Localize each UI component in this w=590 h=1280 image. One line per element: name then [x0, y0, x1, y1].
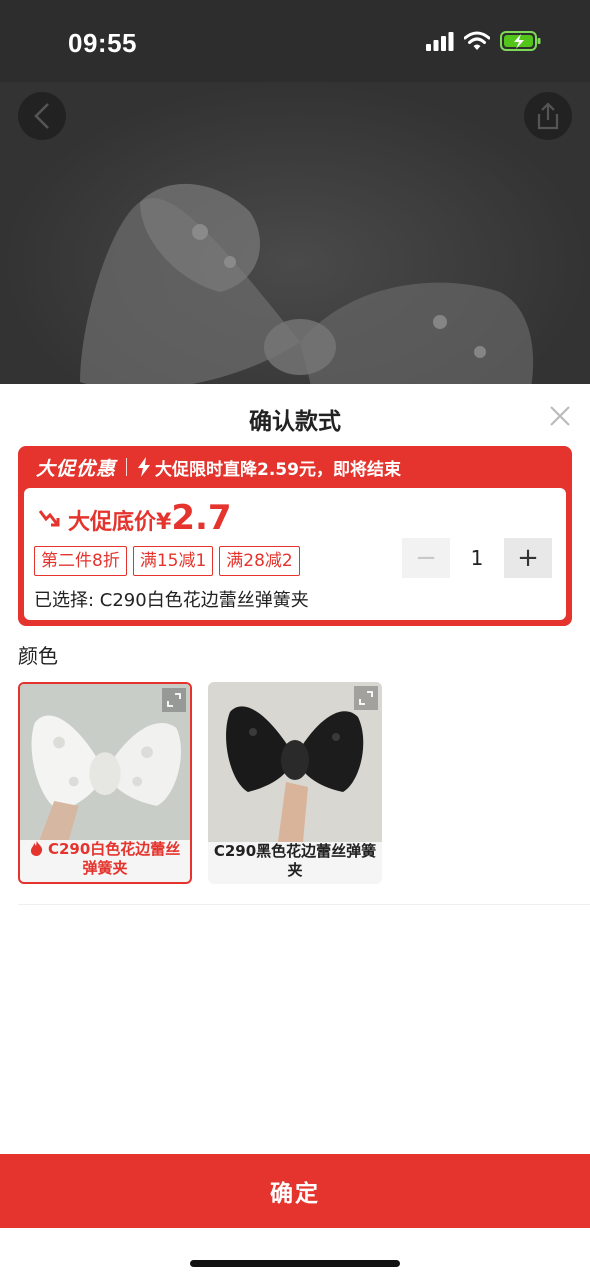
option-label: C290黑色花边蕾丝弹簧夹 — [213, 842, 377, 879]
wifi-icon — [464, 31, 490, 50]
bolt-icon — [138, 457, 151, 477]
product-hero-image — [0, 82, 590, 384]
quantity-value[interactable]: 1 — [450, 546, 504, 570]
price-label: 大促底价 — [68, 510, 157, 535]
color-section-label: 颜色 — [18, 644, 58, 668]
promo-card: 大促优惠 大促限时直降2.59元，即将结束 大促底价 ¥ 2.7 第二件8折 满… — [18, 446, 572, 626]
divider — [18, 904, 590, 905]
home-indicator — [190, 1260, 400, 1267]
back-icon — [34, 103, 49, 129]
expand-button[interactable] — [162, 688, 186, 712]
trend-down-icon — [38, 510, 60, 527]
selected-variant-text: 已选择: C290白色花边蕾丝弹簧夹 — [34, 590, 309, 611]
quantity-stepper: − 1 + — [402, 538, 552, 578]
promo-divider — [126, 458, 128, 476]
color-option-black[interactable]: C290黑色花边蕾丝弹簧夹 — [208, 682, 382, 884]
coupon-tag: 满15减1 — [132, 546, 214, 576]
battery-icon — [500, 31, 541, 51]
expand-icon — [167, 693, 181, 707]
back-button[interactable] — [18, 92, 66, 140]
decrease-button[interactable]: − — [402, 538, 450, 578]
promo-tag: 大促优惠 — [36, 457, 117, 480]
share-icon — [537, 102, 559, 130]
expand-button[interactable] — [354, 686, 378, 710]
confirm-button[interactable]: 确定 — [0, 1154, 590, 1228]
expand-icon — [359, 691, 373, 705]
promo-message: 大促限时直降2.59元，即将结束 — [155, 459, 401, 480]
hair-bow-image — [80, 183, 534, 384]
close-button[interactable] — [548, 404, 572, 428]
coupon-list: 第二件8折 满15减1 满28减2 — [34, 546, 300, 576]
price-value: 2.7 — [171, 498, 232, 538]
coupon-tag: 第二件8折 — [34, 546, 127, 576]
price-currency: ¥ — [156, 510, 172, 535]
share-button[interactable] — [524, 92, 572, 140]
coupon-tag: 满28减2 — [219, 546, 300, 576]
style-selection-sheet: 确认款式 大促优惠 大促限时直降2.59元，即将结束 大促底价 ¥ 2.7 第二… — [0, 384, 590, 1280]
option-label: C290白色花边蕾丝弹簧夹 — [47, 840, 181, 877]
sheet-title: 确认款式 — [249, 409, 341, 435]
color-option-white[interactable]: C290白色花边蕾丝弹簧夹 — [18, 682, 192, 884]
status-bar: 09:55 — [0, 0, 590, 82]
signal-icon — [426, 32, 454, 51]
status-time: 09:55 — [68, 28, 137, 58]
fire-icon — [30, 841, 42, 856]
close-icon — [550, 406, 570, 426]
price-row: 大促底价 ¥ 2.7 — [38, 498, 232, 538]
increase-button[interactable]: + — [504, 538, 552, 578]
